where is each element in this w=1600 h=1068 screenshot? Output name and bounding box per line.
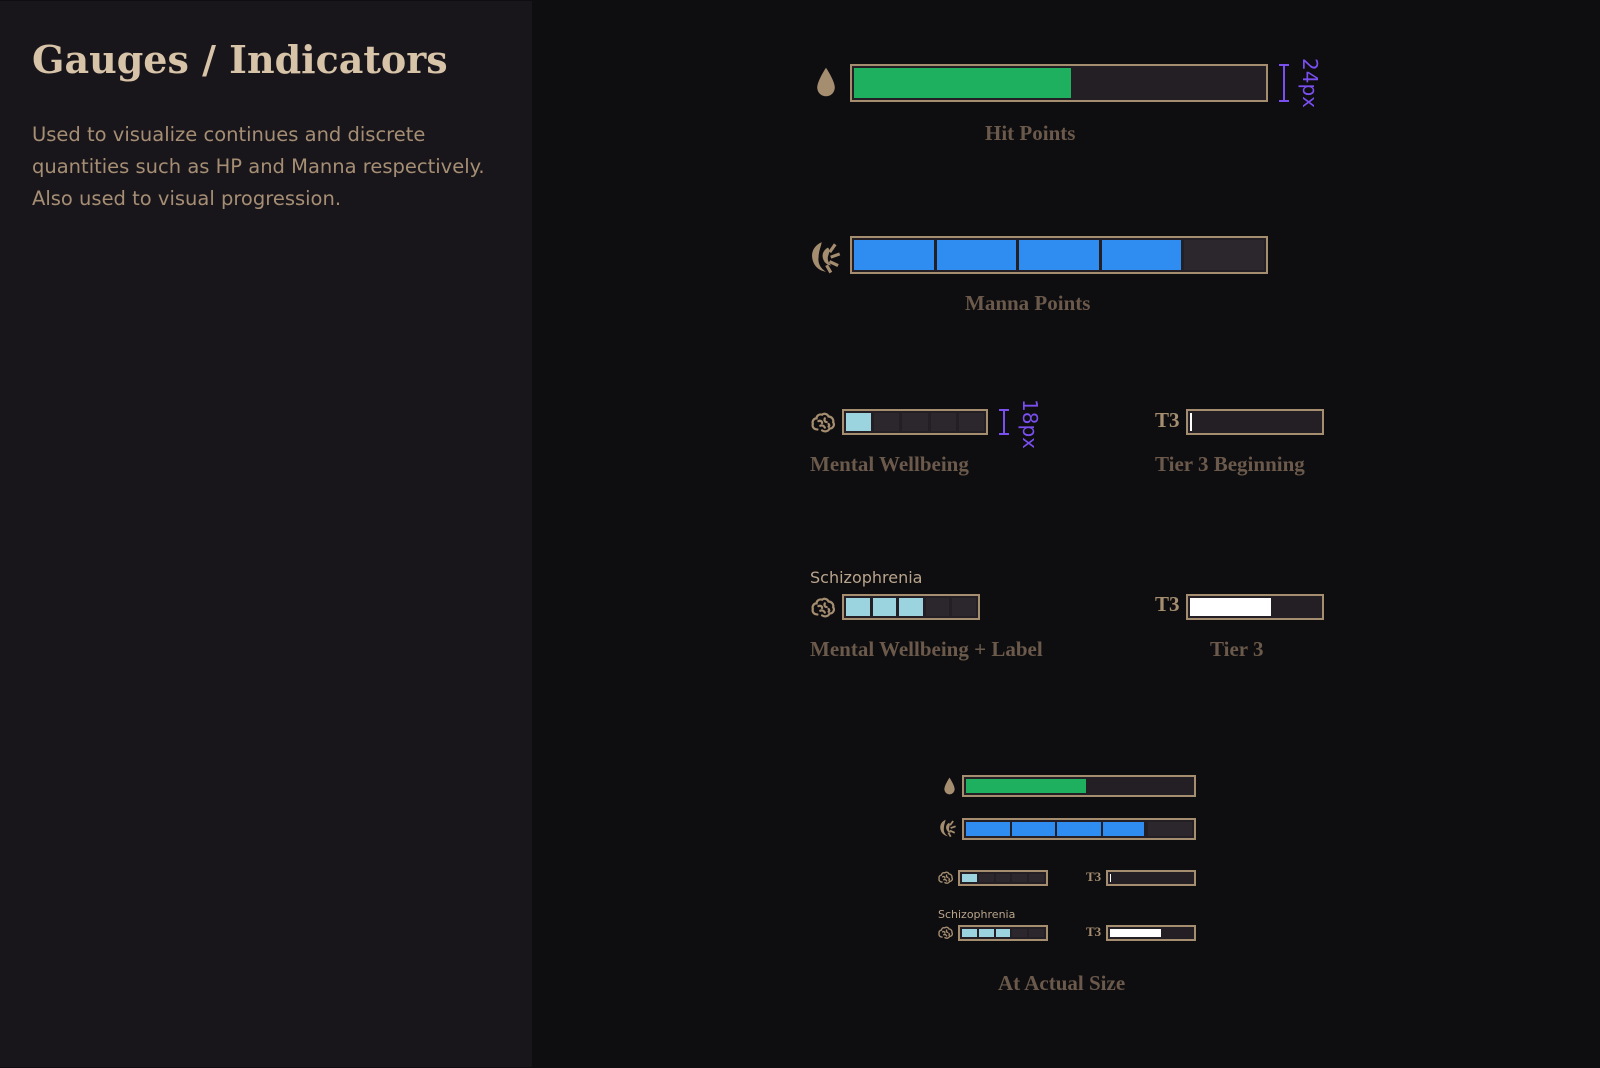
- manna-segment-4: [1101, 240, 1182, 270]
- manna-actual-segment-4: [1102, 822, 1145, 836]
- tier-beginning-fill: [1190, 413, 1192, 431]
- mental-segment-2: [874, 413, 900, 431]
- manna-actual-segment-5: [1148, 822, 1192, 836]
- mental-actual-segment-5: [1029, 874, 1044, 882]
- manna-actual-segment-1: [966, 822, 1010, 836]
- mental-gauge: [842, 409, 988, 435]
- mental-actual-segment-1: [962, 874, 977, 882]
- mental-labeled-gauge: [842, 594, 980, 620]
- mental-segment-4: [930, 413, 956, 431]
- mental-labeled-segment-2: [872, 598, 897, 616]
- hp-caption: Hit Points: [985, 121, 1076, 145]
- mental-labeled-actual-segment-4: [1012, 929, 1028, 937]
- manna-segment-5: [1184, 240, 1264, 270]
- brain-icon: [938, 926, 953, 940]
- manna-segment-3: [1019, 240, 1099, 270]
- tier-beginning-gauge: [1186, 409, 1324, 435]
- tier-badge-beginning-actual: T3: [1086, 869, 1102, 884]
- mental-labeled-actual-segment-3: [995, 929, 1011, 937]
- dimension-marker-18: [999, 409, 1009, 435]
- mental-segment-5: [958, 413, 984, 431]
- tier-beginning-actual-fill: [1110, 874, 1111, 882]
- manna-gauge: [850, 236, 1268, 274]
- tier-badge-beginning: T3: [1155, 408, 1180, 432]
- mental-actual-segment-4: [1012, 874, 1028, 882]
- hp-gauge-fill: [854, 68, 1071, 98]
- mental-labeled-segment-1: [846, 598, 870, 616]
- mental-status-label-actual: Schizophrenia: [938, 908, 1016, 921]
- dimension-marker-24: [1279, 64, 1289, 102]
- mental-actual-segment-2: [978, 874, 994, 882]
- manna-actual-segment-3: [1057, 822, 1101, 836]
- tier-beginning-gauge-actual: [1106, 870, 1196, 886]
- mental-segment-1: [846, 413, 872, 431]
- tier-badge: T3: [1155, 592, 1180, 616]
- mental-labeled-segment-5: [952, 598, 976, 616]
- tier-actual-fill: [1110, 929, 1161, 937]
- mental-gauge-actual: [958, 870, 1048, 886]
- tier-caption: Tier 3: [1210, 637, 1264, 661]
- mental-status-label: Schizophrenia: [810, 568, 923, 587]
- dimension-label-24: 24px: [1298, 58, 1322, 108]
- description-panel: Gauges / Indicators Used to visualize co…: [0, 1, 532, 1067]
- mental-labeled-actual-segment-5: [1029, 929, 1044, 937]
- mental-labeled-actual-segment-2: [978, 929, 994, 937]
- manna-segment-2: [936, 240, 1017, 270]
- manna-actual-segment-2: [1011, 822, 1056, 836]
- tier-beginning-caption: Tier 3 Beginning: [1155, 452, 1305, 476]
- tier-gauge-actual: [1106, 925, 1196, 941]
- mental-actual-segment-3: [995, 874, 1011, 882]
- mental-labeled-gauge-actual: [958, 925, 1048, 941]
- swirl-flame-icon: [938, 818, 958, 838]
- mental-labeled-actual-segment-1: [962, 929, 977, 937]
- actual-size-caption: At Actual Size: [998, 971, 1126, 995]
- mental-labeled-segment-4: [925, 598, 950, 616]
- page-title: Gauges / Indicators: [32, 37, 448, 82]
- page-description: Used to visualize continues and discrete…: [32, 123, 485, 210]
- tier-gauge: [1186, 594, 1324, 620]
- brain-icon: [938, 871, 953, 885]
- brain-icon: [811, 412, 835, 434]
- manna-segment-1: [854, 240, 934, 270]
- drop-icon: [815, 66, 837, 98]
- hp-gauge: [850, 64, 1268, 102]
- drop-icon: [943, 777, 956, 795]
- mental-label-caption: Mental Wellbeing + Label: [810, 637, 1043, 661]
- tier-fill: [1190, 598, 1271, 616]
- brain-icon: [811, 597, 835, 619]
- swirl-flame-icon: [808, 239, 844, 275]
- tier-badge-actual: T3: [1086, 924, 1102, 939]
- hp-gauge-actual-fill: [966, 779, 1086, 793]
- manna-caption: Manna Points: [965, 291, 1091, 315]
- mental-caption: Mental Wellbeing: [810, 452, 969, 476]
- hp-gauge-actual: [962, 775, 1196, 797]
- showcase-panel: [532, 1, 1600, 1067]
- manna-gauge-actual: [962, 818, 1196, 840]
- mental-segment-3: [902, 413, 928, 431]
- dimension-label-18: 18px: [1018, 399, 1042, 449]
- mental-labeled-segment-3: [899, 598, 923, 616]
